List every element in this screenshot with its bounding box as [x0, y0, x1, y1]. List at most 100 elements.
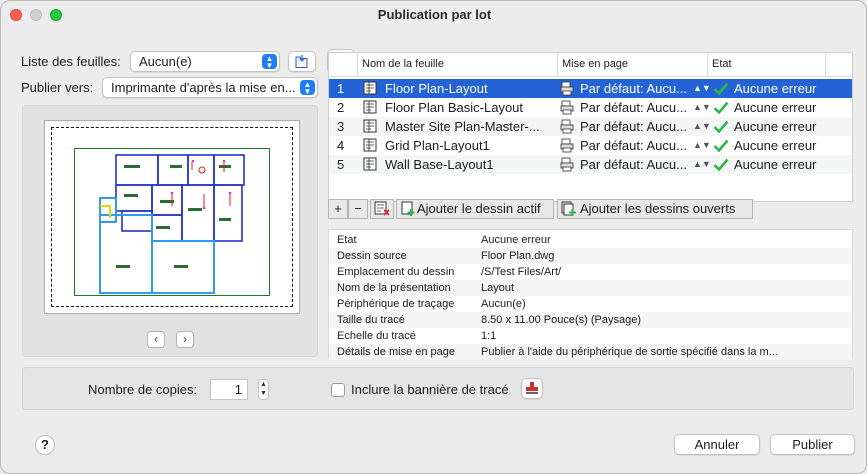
sheet-status: Aucune erreur	[734, 81, 817, 96]
detail-key: Echelle du tracé	[337, 330, 416, 342]
detail-key: Emplacement du dessin	[337, 266, 455, 278]
row-number: 1	[337, 81, 345, 96]
add-open-drawings-label: Ajouter les dessins ouverts	[580, 201, 736, 216]
close-window-button[interactable]	[10, 9, 22, 21]
column-header-name[interactable]: Nom de la feuille	[357, 53, 557, 76]
detail-row: Dessin source Floor Plan.dwg	[329, 248, 852, 264]
chevron-updown-icon: ▲▼	[693, 140, 711, 150]
detail-key: Périphérique de traçage	[337, 298, 455, 310]
table-header: Nom de la feuille Mise en page Etat	[329, 53, 852, 77]
sheet-name: Grid Plan-Layout1	[385, 138, 490, 153]
sheet-name: Master Site Plan-Master-...	[385, 119, 540, 134]
publish-button[interactable]: Publier	[770, 434, 855, 455]
previous-sheet-button[interactable]: ‹	[147, 331, 165, 348]
add-active-drawing-label: Ajouter le dessin actif	[417, 201, 541, 216]
detail-value: 1:1	[481, 330, 497, 342]
sheet-status: Aucune erreur	[734, 157, 817, 172]
chevron-updown-icon: ▲▼	[693, 159, 711, 169]
sheet-name: Floor Plan Basic-Layout	[385, 100, 524, 115]
add-sheet-button[interactable]: +	[328, 199, 348, 219]
cancel-button[interactable]: Annuler	[674, 434, 760, 455]
banner-label: Inclure la bannière de tracé	[351, 382, 509, 397]
detail-row: Détails de mise en page Publier à l'aide …	[329, 344, 852, 360]
drawing-sheet-icon	[363, 157, 377, 171]
detail-key: Nom de la présentation	[337, 282, 451, 294]
table-row[interactable]: 2 Floor Plan Basic-Layout Par défaut: Au…	[329, 98, 852, 117]
drawing-sheet-icon	[363, 119, 377, 133]
add-open-drawings-button[interactable]: Ajouter les dessins ouverts	[557, 199, 753, 219]
detail-value: Floor Plan.dwg	[481, 250, 555, 262]
sheet-status: Aucune erreur	[734, 100, 817, 115]
sheet-name: Floor Plan-Layout	[385, 81, 488, 96]
next-sheet-button[interactable]: ›	[176, 331, 194, 348]
floor-plan-thumbnail	[74, 148, 270, 296]
page-setup-value: Par défaut: Aucu...	[580, 157, 687, 172]
sheet-list-select[interactable]: Aucun(e) ▲ ▼	[130, 51, 280, 72]
publish-to-label: Publier vers:	[21, 80, 94, 95]
copies-input[interactable]: 1	[210, 379, 248, 400]
copies-stepper[interactable]: ▲ ▼	[258, 379, 269, 400]
detail-value: Layout	[481, 282, 515, 294]
remove-all-sheets-button[interactable]	[370, 199, 394, 219]
checkmark-icon	[713, 82, 729, 95]
page-setup-value: Par défaut: Aucu...	[580, 100, 687, 115]
detail-row: Echelle du tracé 1:1	[329, 328, 852, 344]
add-active-drawing-button[interactable]: Ajouter le dessin actif	[396, 199, 554, 219]
page-setup-value: Par défaut: Aucu...	[580, 119, 687, 134]
banner-checkbox[interactable]	[331, 383, 345, 397]
detail-row: Taille du tracé 8.50 x 11.00 Pouce(s) (Pa…	[329, 312, 852, 328]
table-row[interactable]: 3 Master Site Plan-Master-... Par défaut…	[329, 117, 852, 136]
drawing-preview-panel: ‹ ›	[22, 105, 318, 357]
detail-key: Dessin source	[337, 250, 407, 262]
detail-value: Aucun(e)	[481, 298, 526, 310]
chevron-updown-icon: ▲▼	[693, 121, 711, 131]
open-sheet-list-button[interactable]	[288, 51, 316, 72]
checkmark-icon	[713, 120, 729, 133]
drawing-sheet-icon	[363, 100, 377, 114]
stamp-icon	[526, 382, 538, 394]
details-panel: Etat Aucune erreur Dessin source Floor Pla…	[328, 229, 853, 360]
column-header-layout[interactable]: Mise en page	[557, 53, 707, 76]
detail-value: /S/Test Files/Art/	[481, 266, 562, 278]
table-row[interactable]: 1 Floor Plan-Layout Par défaut: Aucu... …	[329, 79, 852, 98]
publish-to-select[interactable]: Imprimante d'après la mise en... ▲ ▼	[102, 77, 318, 98]
table-row[interactable]: 4 Grid Plan-Layout1 Par défaut: Aucu... …	[329, 136, 852, 155]
add-drawing-icon	[401, 201, 415, 216]
minimize-window-button[interactable]	[30, 9, 42, 21]
page-setup-icon	[560, 119, 574, 134]
detail-row: Etat Aucune erreur	[329, 232, 852, 248]
drawing-sheet-icon	[363, 81, 377, 95]
chevron-updown-icon: ▲▼	[262, 54, 277, 70]
row-number: 3	[337, 119, 345, 134]
page-setup-icon	[560, 138, 574, 153]
detail-key: Etat	[337, 234, 357, 246]
detail-value: Aucune erreur	[481, 234, 551, 246]
detail-key: Détails de mise en page	[337, 346, 456, 358]
page-setup-icon	[560, 81, 574, 96]
table-row[interactable]: 5 Wall Base-Layout1 Par défaut: Aucu... …	[329, 155, 852, 174]
row-number: 5	[337, 157, 345, 172]
checkmark-icon	[713, 158, 729, 171]
detail-key: Taille du tracé	[337, 314, 405, 326]
publish-dialog: Publication par lot Liste des feuilles: …	[0, 0, 867, 474]
sheet-status: Aucune erreur	[734, 138, 817, 153]
column-header-status[interactable]: Etat	[707, 53, 825, 76]
detail-row: Nom de la présentation Layout	[329, 280, 852, 296]
detail-value: Publier à l'aide du périphérique de sort…	[481, 346, 778, 358]
detail-value: 8.50 x 11.00 Pouce(s) (Paysage)	[481, 314, 641, 326]
page-setup-value: Par défaut: Aucu...	[580, 138, 687, 153]
copies-label: Nombre de copies:	[88, 382, 198, 397]
add-drawings-icon	[561, 201, 576, 216]
publish-to-value: Imprimante d'après la mise en...	[111, 80, 296, 95]
banner-settings-button[interactable]	[521, 378, 543, 399]
help-button[interactable]: ?	[35, 435, 55, 455]
chevron-updown-icon: ▲▼	[693, 102, 711, 112]
sheet-name: Wall Base-Layout1	[385, 157, 494, 172]
zoom-window-button[interactable]	[50, 9, 62, 21]
remove-sheet-button[interactable]: −	[348, 199, 368, 219]
folder-open-icon	[295, 55, 308, 68]
page-setup-icon	[560, 157, 574, 172]
sheet-list-label: Liste des feuilles:	[21, 54, 121, 69]
window-title: Publication par lot	[377, 7, 492, 22]
page-setup-icon	[560, 100, 574, 115]
